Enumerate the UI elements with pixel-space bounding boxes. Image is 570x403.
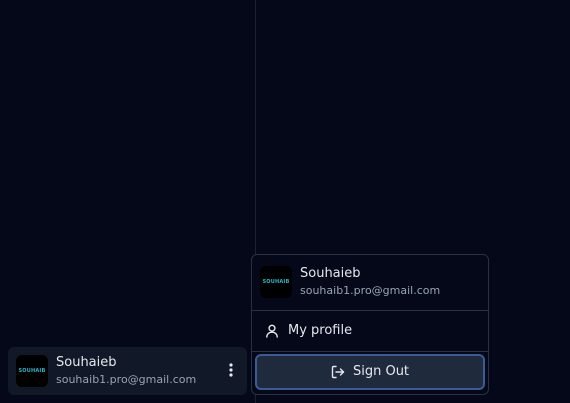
- user-icon: [265, 324, 279, 338]
- avatar: SOUHAIB: [16, 355, 48, 387]
- avatar-logo-text: SOUHAIB: [18, 368, 46, 374]
- sign-out-label: Sign Out: [352, 364, 410, 379]
- sign-out-button[interactable]: Sign Out: [255, 354, 485, 390]
- sidebar-user-card[interactable]: SOUHAIB Souhaieb souhaib1.pro@gmail.com: [8, 347, 247, 395]
- more-options-button[interactable]: [224, 361, 238, 381]
- log-out-icon: [331, 365, 345, 379]
- more-vertical-icon: [229, 362, 233, 381]
- user-name: Souhaieb: [56, 355, 117, 370]
- menu-user-header: SOUHAIB Souhaieb souhaib1.pro@gmail.com: [252, 255, 488, 311]
- menu-item-label: My profile: [288, 323, 353, 338]
- user-dropdown-menu: SOUHAIB Souhaieb souhaib1.pro@gmail.com …: [251, 254, 489, 395]
- menu-avatar-logo-text: SOUHAIB: [262, 279, 290, 285]
- menu-avatar: SOUHAIB: [260, 266, 292, 298]
- menu-user-email: souhaib1.pro@gmail.com: [300, 284, 441, 297]
- menu-user-name: Souhaieb: [300, 266, 361, 281]
- user-email: souhaib1.pro@gmail.com: [56, 373, 197, 386]
- menu-item-my-profile[interactable]: My profile: [252, 311, 488, 352]
